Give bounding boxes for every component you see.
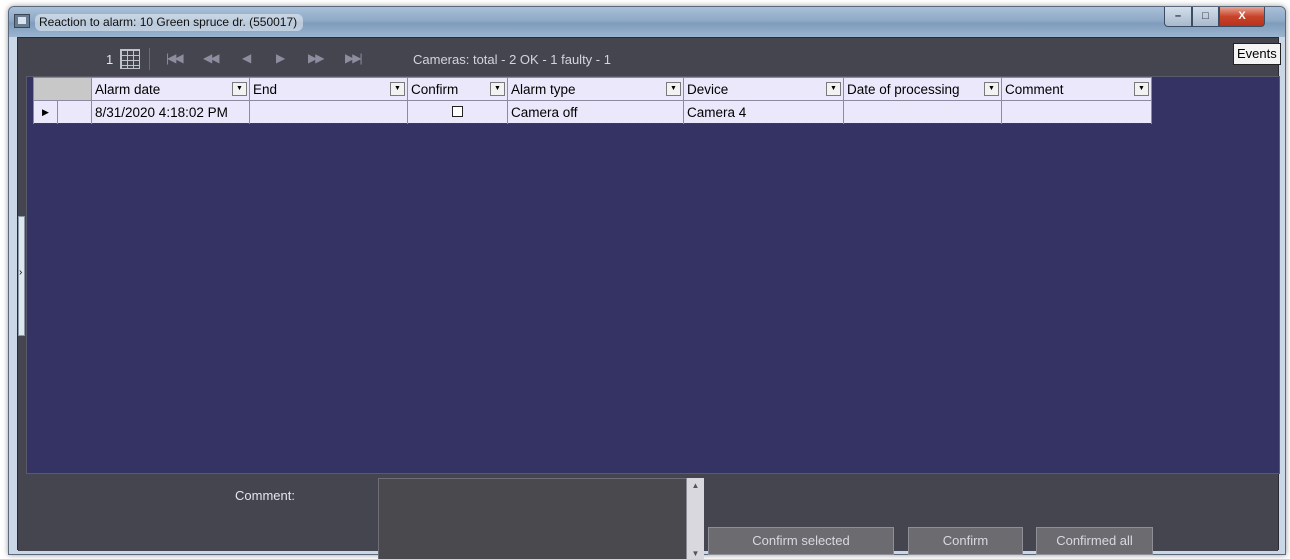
maximize-button[interactable]: □ bbox=[1192, 7, 1219, 27]
column-header-alarm-date[interactable]: Alarm date ▼ bbox=[91, 77, 250, 101]
column-header-comment[interactable]: Comment ▼ bbox=[1001, 77, 1152, 101]
toolbar-separator bbox=[149, 48, 150, 70]
column-header-alarm-type[interactable]: Alarm type ▼ bbox=[507, 77, 684, 101]
filter-dropdown-icon[interactable]: ▼ bbox=[490, 82, 505, 96]
title-bar[interactable]: Reaction to alarm: 10 Green spruce dr. (… bbox=[9, 7, 1285, 37]
table-row[interactable]: ▶ 8/31/2020 4:18:02 PM Camera off Camera… bbox=[33, 100, 1152, 124]
side-panel-handle[interactable]: › bbox=[18, 216, 25, 336]
alarm-grid: Alarm date ▼ End ▼ Confirm ▼ Alarm type ▼ De… bbox=[26, 76, 1280, 474]
previous-page-icon[interactable]: ◀◀ bbox=[203, 51, 220, 65]
last-record-icon[interactable]: ▶▶| bbox=[345, 51, 363, 65]
cell-comment[interactable] bbox=[1001, 100, 1152, 124]
filter-dropdown-icon[interactable]: ▼ bbox=[984, 82, 999, 96]
filter-dropdown-icon[interactable]: ▼ bbox=[1134, 82, 1149, 96]
previous-record-icon[interactable]: ◀ bbox=[242, 51, 251, 65]
close-button[interactable]: X bbox=[1219, 7, 1265, 27]
minimize-button[interactable]: – bbox=[1164, 7, 1192, 27]
confirm-button[interactable]: Confirm bbox=[908, 527, 1023, 555]
cameras-status: Cameras: total - 2 OK - 1 faulty - 1 bbox=[413, 52, 611, 67]
expand-arrow-icon: › bbox=[19, 267, 23, 278]
cell-date-of-processing[interactable] bbox=[843, 100, 1002, 124]
window-app-icon bbox=[14, 14, 30, 28]
filter-dropdown-icon[interactable]: ▼ bbox=[232, 82, 247, 96]
confirmation-panel: Comment: ▲ ▼ Confirm selected Confirm Co… bbox=[18, 476, 1278, 559]
header-corner bbox=[33, 77, 92, 101]
grid-view-icon[interactable] bbox=[120, 49, 140, 69]
next-record-icon[interactable]: ▶ bbox=[276, 51, 285, 65]
table-header-row: Alarm date ▼ End ▼ Confirm ▼ Alarm type ▼ De… bbox=[33, 77, 1152, 101]
filter-dropdown-icon[interactable]: ▼ bbox=[826, 82, 841, 96]
comment-label: Comment: bbox=[235, 488, 295, 503]
column-header-end[interactable]: End ▼ bbox=[249, 77, 408, 101]
confirm-checkbox[interactable] bbox=[452, 105, 463, 117]
alarm-table: Alarm date ▼ End ▼ Confirm ▼ Alarm type ▼ De… bbox=[33, 77, 1152, 124]
window-title: Reaction to alarm: 10 Green spruce dr. (… bbox=[35, 14, 304, 31]
grid-toolbar: 1 |◀◀ ◀◀ ◀ ▶ ▶▶ ▶▶| Cameras: total - 2 O… bbox=[18, 38, 1281, 78]
cell-end[interactable] bbox=[249, 100, 408, 124]
alarm-reaction-window: Reaction to alarm: 10 Green spruce dr. (… bbox=[8, 6, 1286, 559]
filter-dropdown-icon[interactable]: ▼ bbox=[390, 82, 405, 96]
cell-alarm-type[interactable]: Camera off bbox=[507, 100, 684, 124]
row-indicator-icon: ▶ bbox=[33, 100, 58, 124]
page-number: 1 bbox=[106, 52, 114, 67]
first-record-icon[interactable]: |◀◀ bbox=[166, 51, 184, 65]
column-header-date-of-processing[interactable]: Date of processing ▼ bbox=[843, 77, 1002, 101]
events-button[interactable]: Events bbox=[1233, 43, 1281, 65]
column-header-confirm[interactable]: Confirm ▼ bbox=[407, 77, 508, 101]
client-area: 1 |◀◀ ◀◀ ◀ ▶ ▶▶ ▶▶| Cameras: total - 2 O… bbox=[17, 37, 1281, 559]
cell-confirm[interactable] bbox=[407, 100, 508, 124]
cell-device[interactable]: Camera 4 bbox=[683, 100, 844, 124]
next-page-icon[interactable]: ▶▶ bbox=[308, 51, 325, 65]
comment-textarea[interactable] bbox=[378, 478, 704, 559]
confirm-selected-button[interactable]: Confirm selected bbox=[708, 527, 894, 555]
column-header-device[interactable]: Device ▼ bbox=[683, 77, 844, 101]
confirmed-all-button[interactable]: Confirmed all bbox=[1036, 527, 1153, 555]
row-spacer bbox=[57, 100, 92, 124]
cell-alarm-date[interactable]: 8/31/2020 4:18:02 PM bbox=[91, 100, 250, 124]
filter-dropdown-icon[interactable]: ▼ bbox=[666, 82, 681, 96]
